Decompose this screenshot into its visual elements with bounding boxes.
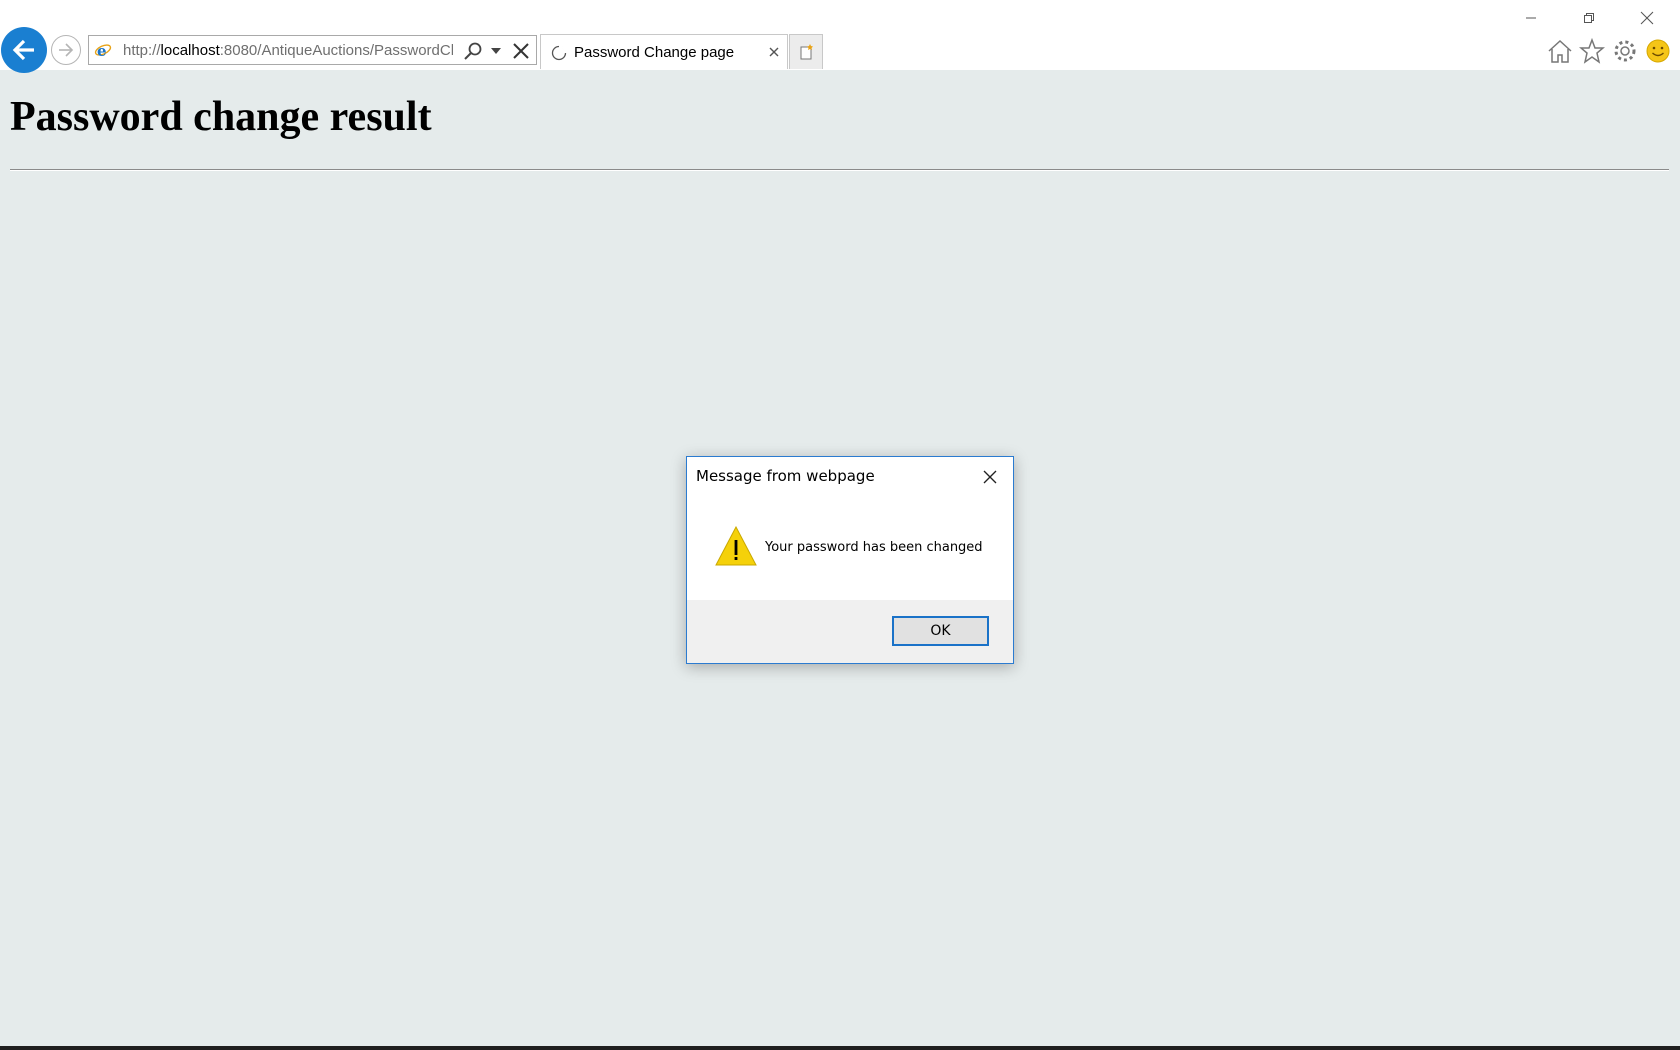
tab-close-icon[interactable] <box>767 45 781 59</box>
minimize-icon[interactable] <box>1508 4 1554 32</box>
ok-button[interactable]: OK <box>892 616 989 646</box>
dialog-close-icon[interactable] <box>981 468 999 486</box>
settings-gear-icon[interactable] <box>1610 36 1640 66</box>
taskbar-edge <box>0 1046 1680 1050</box>
alert-dialog: Message from webpage Your password has b… <box>686 456 1014 664</box>
loading-spinner-icon <box>551 45 567 61</box>
address-bar[interactable]: e http://localhost:8080/AntiqueAuctions/… <box>88 35 537 65</box>
dialog-title: Message from webpage <box>696 467 875 485</box>
url-host: localhost <box>160 42 220 59</box>
svg-text:e: e <box>97 42 107 59</box>
horizontal-rule <box>10 169 1669 171</box>
back-button[interactable] <box>1 27 47 73</box>
tab-password-change[interactable]: Password Change page <box>540 34 788 69</box>
home-icon[interactable] <box>1545 36 1575 66</box>
new-tab-button[interactable] <box>789 34 823 69</box>
stop-icon[interactable] <box>510 40 532 62</box>
tab-title: Password Change page <box>574 44 735 61</box>
search-icon[interactable] <box>462 40 484 62</box>
ie-logo-icon: e <box>94 42 112 59</box>
back-arrow-icon <box>12 39 34 61</box>
url-text[interactable]: http://localhost:8080/AntiqueAuctions/Pa… <box>123 42 453 60</box>
restore-icon[interactable] <box>1566 4 1612 32</box>
feedback-smiley-icon[interactable] <box>1643 36 1673 66</box>
browser-chrome: e http://localhost:8080/AntiqueAuctions/… <box>0 0 1680 73</box>
dropdown-icon[interactable] <box>485 40 507 62</box>
window-close-icon[interactable] <box>1624 4 1670 32</box>
forward-arrow-icon <box>59 43 74 57</box>
page-title: Password change result <box>10 94 432 140</box>
url-path: :8080/AntiqueAuctions/PasswordCh <box>219 42 453 59</box>
favorites-star-icon[interactable] <box>1577 36 1607 66</box>
new-tab-icon <box>800 44 813 60</box>
warning-icon <box>715 526 757 566</box>
forward-button[interactable] <box>51 35 81 65</box>
url-prefix: http:// <box>123 42 161 59</box>
dialog-message: Your password has been changed <box>765 540 983 555</box>
